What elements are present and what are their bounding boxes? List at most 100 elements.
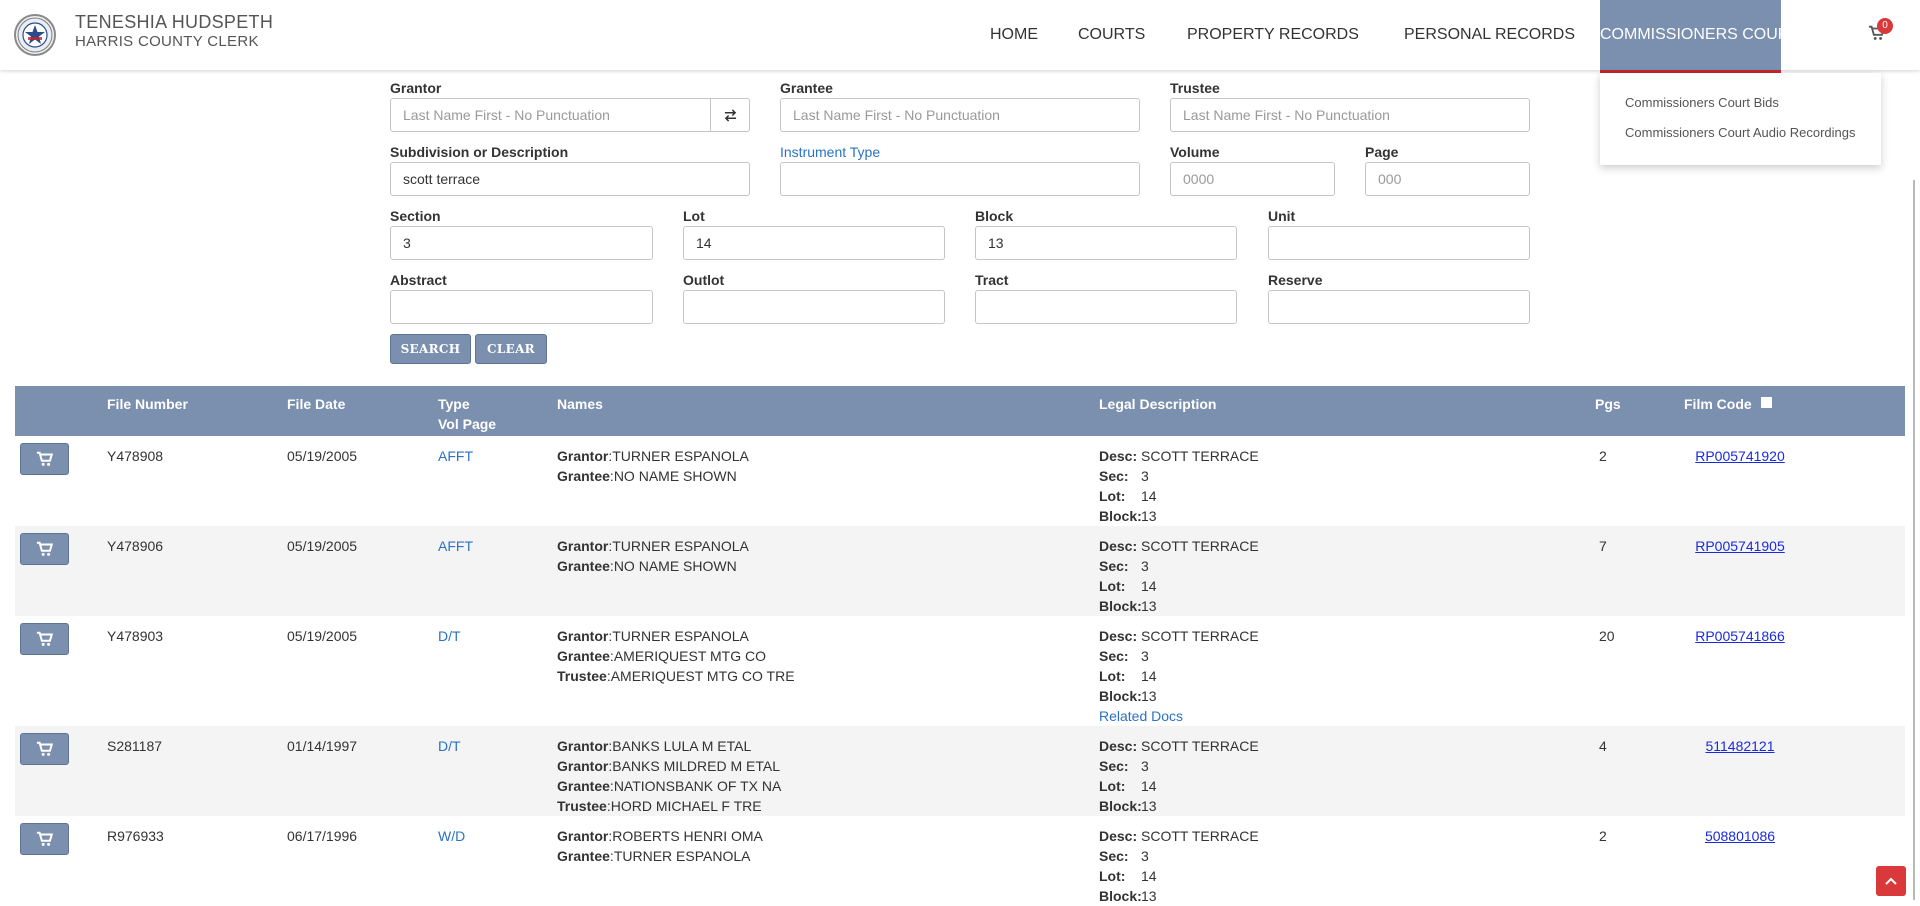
col-film-code[interactable]: Film Code	[1684, 394, 1752, 414]
nav-commissioners-court[interactable]: COMMISSIONERS COURT	[1600, 0, 1799, 73]
film-code-link[interactable]: RP005741905	[1670, 536, 1810, 556]
block-input[interactable]	[975, 226, 1237, 260]
desc-key: Desc:	[1099, 628, 1138, 644]
block-key: Block:	[1099, 688, 1142, 704]
back-to-top-button[interactable]	[1876, 866, 1906, 896]
legal-lot: 14	[1141, 778, 1157, 794]
col-vol-page[interactable]: Vol Page	[438, 414, 496, 434]
file-number: Y478906	[107, 538, 164, 554]
tract-input[interactable]	[975, 290, 1237, 324]
legal-sec: 3	[1141, 558, 1149, 574]
film-code-link[interactable]: RP005741920	[1670, 446, 1810, 466]
legal-lot: 14	[1141, 578, 1157, 594]
county-seal-logo[interactable]	[14, 14, 56, 56]
add-to-cart-button[interactable]	[20, 733, 69, 765]
table-row: Y478908 05/19/2005 AFFT Grantor:TURNER ESPA…	[15, 436, 1905, 526]
block-label: Block	[975, 208, 1014, 224]
desc-key: Desc:	[1099, 738, 1138, 754]
volume-label: Volume	[1170, 144, 1220, 160]
seal-icon	[17, 17, 53, 53]
desc-key: Desc:	[1099, 448, 1138, 464]
page-count: 7	[1599, 538, 1607, 554]
instrument-type-link[interactable]: AFFT	[438, 536, 473, 556]
volume-input[interactable]	[1170, 162, 1335, 196]
add-to-cart-button[interactable]	[20, 823, 69, 855]
party-role: Grantee	[557, 558, 610, 574]
nav-property-records[interactable]: PROPERTY RECORDS	[1187, 0, 1359, 70]
names-cell: Grantor:ROBERTS HENRI OMA Grantee:TURNER …	[557, 826, 763, 866]
names-cell: Grantor:TURNER ESPANOLA Grantee:AMERIQUES…	[557, 626, 795, 686]
add-to-cart-button[interactable]	[20, 623, 69, 655]
grantor-input[interactable]	[390, 98, 711, 132]
col-type[interactable]: Type	[438, 394, 470, 414]
trustee-input[interactable]	[1170, 98, 1530, 132]
table-row: Y478906 05/19/2005 AFFT Grantor:TURNER ESPA…	[15, 526, 1905, 616]
block-key: Block:	[1099, 508, 1142, 524]
tract-label: Tract	[975, 272, 1009, 288]
page-input[interactable]	[1365, 162, 1530, 196]
party-role: Grantee	[557, 848, 610, 864]
instrument-type-link[interactable]: AFFT	[438, 446, 473, 466]
film-code-link[interactable]: RP005741866	[1670, 626, 1810, 646]
instrument-type-link[interactable]: D/T	[438, 736, 461, 756]
nav-home[interactable]: HOME	[990, 0, 1038, 70]
unit-input[interactable]	[1268, 226, 1530, 260]
section-input[interactable]	[390, 226, 653, 260]
grantee-input[interactable]	[780, 98, 1140, 132]
legal-desc: SCOTT TERRACE	[1141, 628, 1259, 644]
lot-key: Lot:	[1099, 578, 1126, 594]
abstract-input[interactable]	[390, 290, 653, 324]
abstract-label: Abstract	[390, 272, 447, 288]
col-pgs[interactable]: Pgs	[1595, 394, 1621, 414]
clerk-name[interactable]: TENESHIA HUDSPETH	[75, 12, 273, 33]
col-legal-description[interactable]: Legal Description	[1099, 394, 1216, 414]
lot-key: Lot:	[1099, 488, 1126, 504]
subdivision-input[interactable]	[390, 162, 750, 196]
name-entry: Trustee:AMERIQUEST MTG CO TRE	[557, 668, 795, 684]
lot-input[interactable]	[683, 226, 945, 260]
file-date: 05/19/2005	[287, 628, 358, 644]
swap-grantor-grantee-button[interactable]	[710, 98, 750, 132]
instrument-type-input[interactable]	[780, 162, 1140, 196]
add-to-cart-button[interactable]	[20, 533, 69, 565]
clerk-title[interactable]: HARRIS COUNTY CLERK	[75, 33, 259, 50]
results-table-header: File Number File Date Type Vol Page Name…	[15, 386, 1905, 436]
party-name: AMERIQUEST MTG CO	[613, 648, 767, 664]
related-docs-link[interactable]: Related Docs	[1099, 706, 1259, 726]
film-code-link[interactable]: 508801086	[1670, 826, 1810, 846]
dropdown-item-audio-recordings[interactable]: Commissioners Court Audio Recordings	[1625, 125, 1855, 140]
add-to-cart-button[interactable]	[20, 443, 69, 475]
film-code-select-all-checkbox[interactable]	[1761, 397, 1772, 408]
name-entry: Grantor:ROBERTS HENRI OMA	[557, 828, 763, 844]
col-file-date[interactable]: File Date	[287, 394, 345, 414]
party-name: NO NAME SHOWN	[613, 558, 737, 574]
legal-description-cell: Desc: SCOTT TERRACE Sec: 3 Lot: 14 Block:13	[1099, 446, 1259, 526]
instrument-type-link[interactable]: Instrument Type	[780, 144, 880, 160]
nav-personal-records[interactable]: PERSONAL RECORDS	[1404, 0, 1575, 70]
nav-courts[interactable]: COURTS	[1078, 0, 1145, 70]
desc-key: Desc:	[1099, 828, 1138, 844]
sec-key: Sec:	[1099, 848, 1129, 864]
cart-icon	[36, 451, 53, 466]
name-entry: Grantee:NO NAME SHOWN	[557, 558, 737, 574]
chevron-up-icon	[1885, 877, 1897, 885]
search-button[interactable]: SEARCH	[390, 334, 471, 364]
outlot-input[interactable]	[683, 290, 945, 324]
reserve-input[interactable]	[1268, 290, 1530, 324]
legal-block: 13	[1141, 688, 1157, 704]
col-file-number[interactable]: File Number	[107, 394, 188, 414]
clear-button[interactable]: CLEAR	[475, 334, 547, 364]
instrument-type-link[interactable]: D/T	[438, 626, 461, 646]
film-code-link[interactable]: 511482121	[1670, 736, 1810, 756]
dropdown-item-bids[interactable]: Commissioners Court Bids	[1625, 95, 1779, 110]
party-role: Grantor	[557, 738, 609, 754]
file-number: Y478903	[107, 628, 164, 644]
file-date: 06/17/1996	[287, 828, 358, 844]
page-scrollbar[interactable]	[1913, 180, 1915, 900]
lot-label: Lot	[683, 208, 705, 224]
instrument-type-link[interactable]: W/D	[438, 826, 465, 846]
legal-sec: 3	[1141, 468, 1149, 484]
page-count: 20	[1599, 628, 1615, 644]
col-names[interactable]: Names	[557, 394, 603, 414]
names-cell: Grantor:TURNER ESPANOLA Grantee:NO NAME S…	[557, 536, 749, 576]
